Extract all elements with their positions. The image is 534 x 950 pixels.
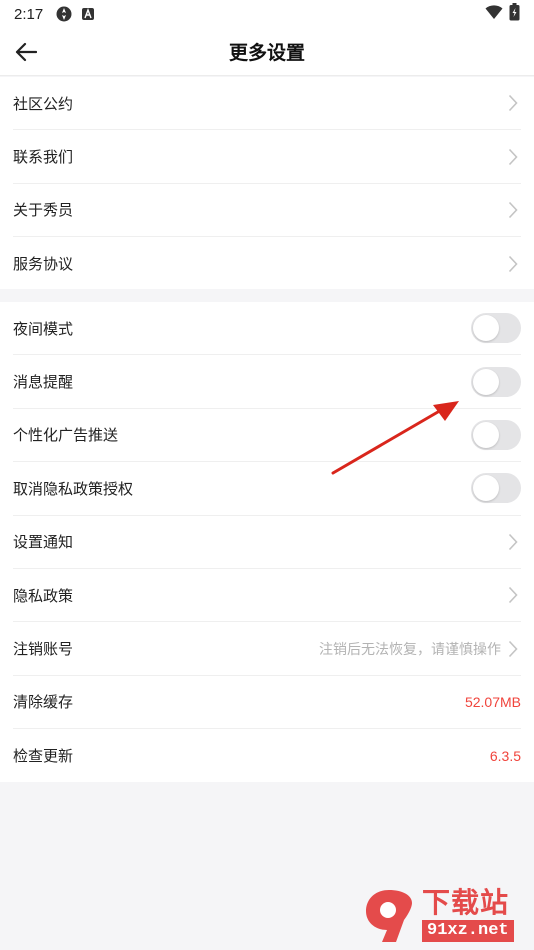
row-about[interactable]: 关于秀员 (13, 184, 521, 238)
row-privacy-policy[interactable]: 隐私政策 (13, 569, 521, 623)
toggle-knob (473, 475, 499, 502)
battery-icon (509, 3, 520, 25)
chevron-right-icon (505, 93, 521, 113)
row-label: 取消隐私政策授权 (13, 479, 134, 498)
watermark-logo-icon (360, 886, 418, 944)
version-value: 6.3.5 (489, 747, 521, 764)
chevron-right-icon (505, 254, 521, 274)
row-label: 检查更新 (13, 747, 74, 766)
night-mode-toggle[interactable] (471, 313, 521, 344)
top-app-bar: 更多设置 (0, 28, 534, 76)
chevron-right-icon (505, 200, 521, 220)
chevron-right-icon (505, 147, 521, 167)
cancel-account-warning: 注销后无法恢复，请谨慎操作 (319, 641, 501, 658)
row-label: 隐私政策 (13, 586, 74, 605)
toggle-knob (473, 315, 499, 342)
app-notification-icon (81, 7, 95, 21)
watermark-brand-top: 下载站 (422, 886, 510, 919)
row-label: 清除缓存 (13, 693, 74, 712)
row-check-update[interactable]: 检查更新 6.3.5 (13, 729, 521, 782)
page-title: 更多设置 (228, 42, 305, 64)
back-button[interactable] (12, 38, 40, 66)
row-community-rules[interactable]: 社区公约 (13, 77, 521, 131)
row-cancel-account[interactable]: 注销账号 注销后无法恢复，请谨慎操作 (13, 622, 521, 676)
chevron-right-icon (505, 532, 521, 552)
row-label: 设置通知 (13, 533, 74, 552)
chevron-right-icon (505, 639, 521, 659)
row-label: 服务协议 (13, 255, 74, 274)
sync-icon (55, 5, 73, 23)
row-message-reminder: 消息提醒 (13, 355, 521, 409)
info-settings-group: 社区公约 联系我们 关于秀员 服务协议 (0, 77, 534, 289)
revoke-privacy-toggle[interactable] (471, 473, 521, 504)
row-personalized-ads: 个性化广告推送 (13, 409, 521, 463)
arrow-left-icon (15, 42, 37, 62)
row-revoke-privacy-authorization: 取消隐私政策授权 (13, 462, 521, 516)
toggle-knob (473, 368, 499, 395)
row-label: 关于秀员 (13, 201, 74, 220)
row-night-mode: 夜间模式 (13, 302, 521, 356)
status-bar: 2:17 (0, 0, 534, 28)
row-notification-settings[interactable]: 设置通知 (13, 516, 521, 569)
chevron-right-icon (505, 585, 521, 605)
cache-size-value: 52.07MB (464, 693, 521, 710)
message-reminder-toggle[interactable] (471, 366, 521, 397)
row-clear-cache[interactable]: 清除缓存 52.07MB (13, 676, 521, 730)
status-time: 2:17 (14, 5, 44, 23)
watermark: 下载站 91xz.net (360, 884, 528, 946)
toggle-knob (473, 421, 499, 448)
row-label: 注销账号 (13, 640, 74, 659)
row-label: 个性化广告推送 (13, 426, 119, 445)
row-label: 消息提醒 (13, 373, 74, 392)
wifi-icon (485, 4, 503, 24)
preference-settings-group: 夜间模式 消息提醒 个性化广告推送 取消隐私政策授权 设置通知 隐私政策 注销账… (0, 302, 534, 782)
row-contact-us[interactable]: 联系我们 (13, 130, 521, 184)
watermark-brand-url: 91xz.net (422, 920, 514, 942)
row-label: 夜间模式 (13, 319, 74, 338)
row-label: 社区公约 (13, 94, 74, 113)
row-service-agreement[interactable]: 服务协议 (13, 237, 521, 290)
personalized-ads-toggle[interactable] (471, 419, 521, 450)
row-label: 联系我们 (13, 148, 74, 167)
